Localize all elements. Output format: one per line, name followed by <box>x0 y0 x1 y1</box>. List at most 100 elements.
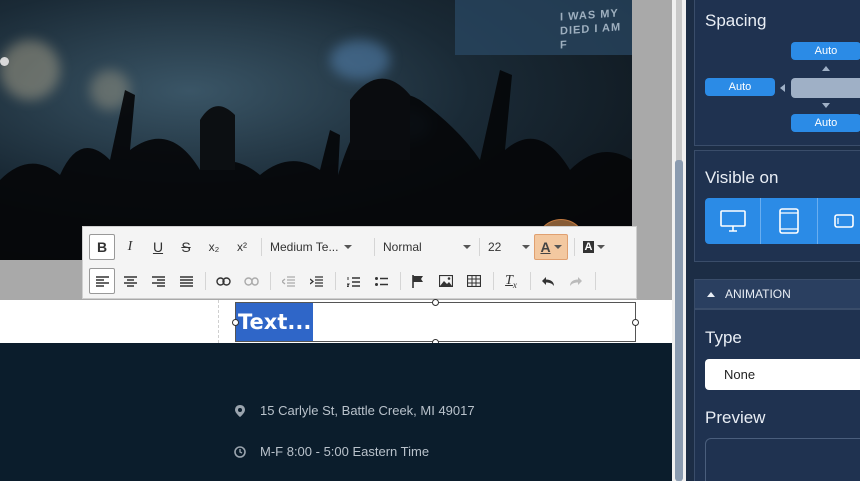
device-visibility-toggle <box>705 198 860 244</box>
gutter-right <box>632 0 672 300</box>
font-family-select[interactable]: Medium Te... <box>266 234 370 260</box>
toolbar-separator <box>574 238 575 256</box>
indent-button[interactable] <box>303 268 329 294</box>
chevron-down-icon <box>344 245 353 249</box>
page-canvas: I WAS MY DIED I AM F Text... 15 Carlyle … <box>0 0 672 481</box>
mobile-icon <box>833 214 854 228</box>
insert-table-button[interactable] <box>461 268 487 294</box>
format-value: Normal <box>383 240 422 254</box>
clear-formatting-button[interactable]: Tx <box>498 268 524 294</box>
slider-dot[interactable] <box>0 57 9 66</box>
justify-icon <box>179 275 193 287</box>
table-icon <box>467 275 481 287</box>
spacing-bottom-button[interactable]: Auto <box>791 114 860 132</box>
location-pin-icon <box>234 404 246 417</box>
align-center-button[interactable] <box>117 268 143 294</box>
numbered-list-icon <box>346 276 360 287</box>
preview-label: Preview <box>705 408 766 427</box>
animation-preview[interactable] <box>705 438 860 481</box>
toolbar-separator <box>479 238 480 256</box>
column-guide <box>218 300 219 343</box>
visible-on-title: Visible on <box>705 168 779 187</box>
text-editor-toolbar: B I U S x₂ x² Medium Te... Normal 22 A A… <box>82 226 637 299</box>
insert-image-button[interactable] <box>433 268 459 294</box>
align-right-button[interactable] <box>145 268 171 294</box>
font-size-value: 22 <box>488 240 502 254</box>
clock-icon <box>234 445 246 458</box>
toolbar-separator <box>595 272 596 290</box>
justify-button[interactable] <box>173 268 199 294</box>
footer: 15 Carlyle St, Battle Creek, MI 49017 M-… <box>0 343 672 481</box>
chevron-down-icon <box>522 245 530 249</box>
text-color-button[interactable]: A <box>534 234 568 260</box>
type-label: Type <box>705 328 742 347</box>
desktop-icon <box>719 210 746 232</box>
toolbar-separator <box>374 238 375 256</box>
image-icon <box>439 275 453 287</box>
link-button[interactable] <box>210 268 236 294</box>
spacing-title: Spacing <box>705 11 767 30</box>
canvas-scrollbar[interactable] <box>672 0 686 481</box>
toolbar-row-2: Tx <box>89 267 600 295</box>
spacing-element-box <box>791 78 860 98</box>
italic-button[interactable]: I <box>117 234 143 260</box>
animation-type-select[interactable]: None <box>705 359 860 390</box>
toolbar-separator <box>493 272 494 290</box>
chevron-down-icon <box>463 245 471 249</box>
settings-panel: Spacing Auto Auto Auto Visible on ANIMAT… <box>686 0 860 481</box>
spacing-left-button[interactable]: Auto <box>705 78 775 96</box>
text-color-icon: A <box>540 239 551 255</box>
subscript-button[interactable]: x₂ <box>201 234 227 260</box>
hours-text: M-F 8:00 - 5:00 Eastern Time <box>260 444 430 459</box>
flag-icon <box>412 274 423 288</box>
undo-icon <box>542 276 554 286</box>
text-element[interactable]: Text... <box>232 299 639 346</box>
numbered-list-button[interactable] <box>340 268 366 294</box>
anchor-flag-button[interactable] <box>405 268 431 294</box>
font-size-select[interactable]: 22 <box>484 234 534 260</box>
toolbar-separator <box>335 272 336 290</box>
animation-type-value: None <box>724 367 756 382</box>
align-right-icon <box>151 275 165 287</box>
animation-header-label: ANIMATION <box>725 287 791 301</box>
link-icon <box>215 276 231 286</box>
undo-button[interactable] <box>535 268 561 294</box>
arrow-down-icon <box>822 103 830 108</box>
animation-section-header[interactable]: ANIMATION <box>694 279 860 309</box>
toolbar-row-1: B I U S x₂ x² Medium Te... Normal 22 A A <box>89 233 611 261</box>
bulleted-list-button[interactable] <box>368 268 394 294</box>
bold-button[interactable]: B <box>89 234 115 260</box>
background-color-icon: A <box>582 241 595 253</box>
underline-button[interactable]: U <box>145 234 171 260</box>
resize-handle-top[interactable] <box>432 299 439 306</box>
superscript-button[interactable]: x² <box>229 234 255 260</box>
resize-handle-left[interactable] <box>232 319 239 326</box>
chevron-down-icon <box>597 245 606 249</box>
redo-button[interactable] <box>563 268 589 294</box>
scrollbar-thumb[interactable] <box>675 160 683 481</box>
resize-handle-right[interactable] <box>632 319 639 326</box>
outdent-icon <box>281 275 295 287</box>
strikethrough-button[interactable]: S <box>173 234 199 260</box>
outdent-button[interactable] <box>275 268 301 294</box>
spacing-top-button[interactable]: Auto <box>791 42 860 60</box>
align-left-button[interactable] <box>89 268 115 294</box>
selected-text[interactable]: Text... <box>236 303 314 341</box>
footer-hours: M-F 8:00 - 5:00 Eastern Time <box>234 444 429 459</box>
unlink-icon <box>243 276 259 286</box>
bulleted-list-icon <box>374 276 388 286</box>
background-color-button[interactable]: A <box>579 234 609 260</box>
format-select[interactable]: Normal <box>379 234 475 260</box>
chevron-up-icon <box>707 291 715 297</box>
toolbar-separator <box>261 238 262 256</box>
redo-icon <box>570 276 582 286</box>
toolbar-separator <box>270 272 271 290</box>
tablet-toggle[interactable] <box>761 198 818 244</box>
unlink-button[interactable] <box>238 268 264 294</box>
font-family-value: Medium Te... <box>270 240 339 254</box>
arrow-left-icon <box>780 84 785 92</box>
mobile-toggle[interactable] <box>818 198 860 244</box>
arrow-up-icon <box>822 66 830 71</box>
toolbar-separator <box>205 272 206 290</box>
desktop-toggle[interactable] <box>705 198 762 244</box>
